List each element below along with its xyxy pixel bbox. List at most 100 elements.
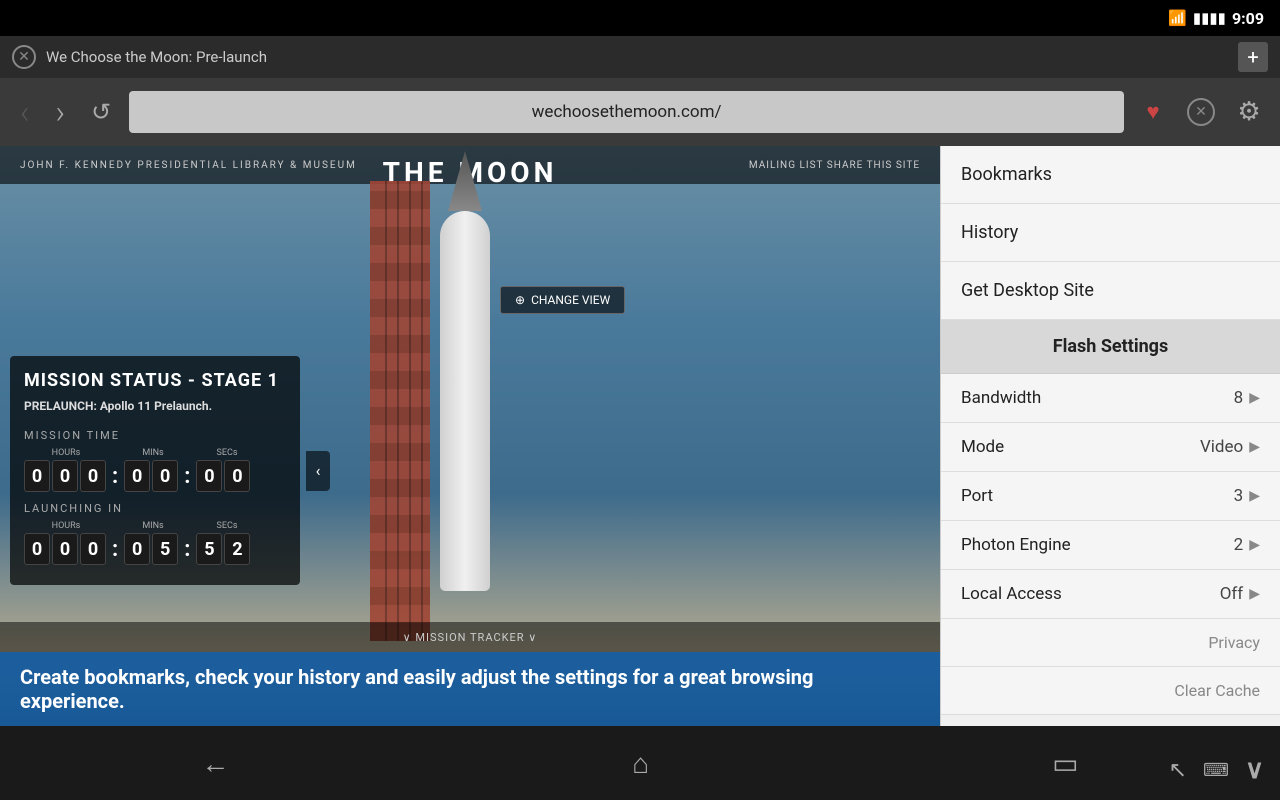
time-colon-1: :	[110, 464, 120, 489]
change-view-label: CHANGE VIEW	[531, 293, 610, 307]
chevron-down-icon[interactable]: ∨	[1245, 755, 1264, 785]
close-icon: ✕	[18, 49, 30, 65]
bandwidth-label: Bandwidth	[961, 388, 1041, 408]
launch-colon-1: :	[110, 537, 120, 562]
website-content: JOHN F. KENNEDY PRESIDENTIAL LIBRARY & M…	[0, 146, 940, 726]
mins-label: MINs	[124, 448, 182, 458]
menu-sub-item-privacy[interactable]: Privacy	[941, 619, 1280, 667]
setting-row-bandwidth[interactable]: Bandwidth 8 ▶	[941, 374, 1280, 423]
prelaunch-value: Apollo 11 Prelaunch.	[100, 399, 212, 413]
mission-sec-0: 0	[196, 460, 222, 492]
mission-prelaunch: PRELAUNCH: Apollo 11 Prelaunch.	[24, 399, 286, 413]
header-links[interactable]: MAILING LIST SHARE THIS SITE	[749, 160, 920, 171]
mission-secs: 0 0	[196, 460, 250, 492]
gantry-tower	[370, 181, 430, 641]
keyboard-icon[interactable]: ⌨	[1203, 760, 1229, 781]
status-bar: 📶 ▮▮▮▮ 9:09	[0, 0, 1280, 36]
plus-icon: +	[1247, 45, 1258, 69]
gear-icon: ⚙	[1237, 97, 1260, 127]
launch-sec-0: 5	[196, 533, 222, 565]
browser-chrome: ✕ We Choose the Moon: Pre-launch + ‹ › ↺…	[0, 36, 1280, 146]
bottom-nav: ← ⌂ ▭ ↖ ⌨ ∨	[0, 726, 1280, 800]
back-button[interactable]: ‹	[12, 89, 38, 135]
launch-hour-2: 0	[80, 533, 106, 565]
mission-mins: 0 0	[124, 460, 178, 492]
refresh-button[interactable]: ↺	[83, 94, 119, 130]
port-value: 3	[1234, 486, 1244, 506]
bottom-right-icons: ↖ ⌨ ∨	[1169, 755, 1264, 785]
wifi-icon: 📶	[1168, 9, 1187, 27]
mission-status-panel: MISSION STATUS - STAGE 1 PRELAUNCH: Apol…	[10, 356, 300, 585]
launch-min-1: 5	[152, 533, 178, 565]
mission-hour-1: 0	[52, 460, 78, 492]
stop-icon: ✕	[1187, 98, 1215, 126]
menu-item-desktop-site[interactable]: Get Desktop Site	[941, 262, 1280, 320]
mode-value-container: Video ▶	[1200, 437, 1260, 457]
tab-title: We Choose the Moon: Pre-launch	[46, 48, 267, 66]
bandwidth-value: 8	[1234, 388, 1244, 408]
local-access-label: Local Access	[961, 584, 1062, 604]
mission-hour-2: 0	[80, 460, 106, 492]
url-bar[interactable]: wechoosethemoon.com/	[129, 91, 1124, 133]
url-text: wechoosethemoon.com/	[532, 102, 722, 122]
launch-mins-label: MINs	[124, 521, 182, 531]
mission-tracker-bar[interactable]: ∨ MISSION TRACKER ∨	[0, 622, 940, 652]
time-colon-2: :	[182, 464, 192, 489]
forward-button[interactable]: ›	[48, 89, 74, 135]
nav-recent-button[interactable]: ▭	[1022, 737, 1108, 790]
mission-time-label: MISSION TIME	[24, 429, 286, 442]
photon-engine-label: Photon Engine	[961, 535, 1071, 555]
banner-text: Create bookmarks, check your history and…	[20, 665, 920, 713]
setting-row-port[interactable]: Port 3 ▶	[941, 472, 1280, 521]
nav-back-button[interactable]: ←	[171, 737, 259, 790]
bandwidth-arrow: ▶	[1249, 390, 1260, 406]
rocket-body	[440, 211, 490, 591]
change-view-button[interactable]: ⊕ CHANGE VIEW	[500, 286, 625, 314]
change-view-icon: ⊕	[515, 293, 525, 307]
menu-item-bookmarks[interactable]: Bookmarks	[941, 146, 1280, 204]
local-access-arrow: ▶	[1249, 586, 1260, 602]
launch-hour-0: 0	[24, 533, 50, 565]
mission-hour-0: 0	[24, 460, 50, 492]
launch-min-0: 0	[124, 533, 150, 565]
status-time: 9:09	[1232, 9, 1264, 28]
local-access-value-container: Off ▶	[1220, 584, 1260, 604]
setting-row-local-access[interactable]: Local Access Off ▶	[941, 570, 1280, 619]
menu-item-history[interactable]: History	[941, 204, 1280, 262]
status-icons: 📶 ▮▮▮▮ 9:09	[1168, 9, 1264, 28]
bookmarks-label: Bookmarks	[961, 164, 1052, 185]
mission-tracker-label: ∨ MISSION TRACKER ∨	[403, 631, 538, 644]
collapse-panel-button[interactable]: ‹	[306, 451, 330, 491]
mission-sec-1: 0	[224, 460, 250, 492]
new-tab-button[interactable]: +	[1238, 42, 1268, 72]
title-bar: ✕ We Choose the Moon: Pre-launch +	[0, 36, 1280, 78]
cursor-icon[interactable]: ↖	[1169, 758, 1187, 783]
mode-value: Video	[1200, 437, 1243, 457]
launch-sec-1: 2	[224, 533, 250, 565]
secs-label: SECs	[198, 448, 256, 458]
launch-time-display: 0 0 0 : 0 5 : 5 2	[24, 533, 286, 565]
favorite-button[interactable]: ♥	[1134, 93, 1172, 131]
local-access-value: Off	[1220, 584, 1244, 604]
stop-button[interactable]: ✕	[1182, 93, 1220, 131]
launch-colon-2: :	[182, 537, 192, 562]
flash-settings-label: Flash Settings	[1053, 336, 1168, 357]
nav-home-button[interactable]: ⌂	[602, 737, 679, 790]
setting-row-mode[interactable]: Mode Video ▶	[941, 423, 1280, 472]
hours-label: HOURs	[24, 448, 108, 458]
close-tab-button[interactable]: ✕	[12, 45, 36, 69]
settings-button[interactable]: ⚙	[1230, 93, 1268, 131]
menu-sub-item-clear-cache[interactable]: Clear Cache	[941, 667, 1280, 715]
port-label: Port	[961, 486, 993, 506]
bottom-banner: Create bookmarks, check your history and…	[0, 652, 940, 726]
mission-time-display: 0 0 0 : 0 0 : 0 0	[24, 460, 286, 492]
mission-title: MISSION STATUS - STAGE 1	[24, 370, 286, 391]
launch-mins-digits: 0 5	[124, 533, 178, 565]
mission-hours: 0 0 0	[24, 460, 106, 492]
port-value-container: 3 ▶	[1234, 486, 1260, 506]
flash-settings-header: Flash Settings	[941, 320, 1280, 374]
mode-arrow: ▶	[1249, 439, 1260, 455]
mode-label: Mode	[961, 437, 1004, 457]
battery-icon: ▮▮▮▮	[1193, 9, 1226, 27]
setting-row-photon-engine[interactable]: Photon Engine 2 ▶	[941, 521, 1280, 570]
